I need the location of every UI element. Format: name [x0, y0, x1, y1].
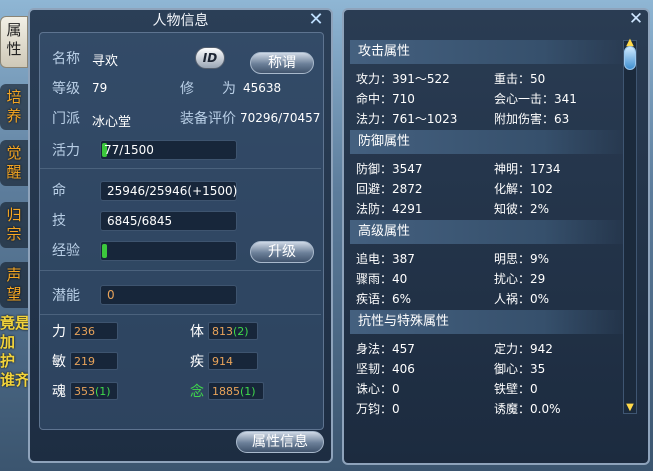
tab-awaken[interactable]: 觉 醒 — [0, 140, 28, 186]
equip-rating-label: 装备评价 — [180, 111, 236, 127]
upgrade-button[interactable]: 升级 — [250, 241, 314, 263]
divider — [40, 270, 321, 271]
speed-label: 疾 — [190, 354, 204, 370]
stat-item: 御心：35 — [494, 362, 546, 376]
name-value: 寻欢 — [92, 54, 119, 69]
close-icon[interactable]: ✕ — [307, 11, 325, 29]
constitution-value-box: 813(2) — [208, 322, 258, 340]
soul-value: 353 — [74, 385, 95, 398]
soul-value-box: 353(1) — [70, 382, 118, 400]
stat-item: 明思：9% — [494, 252, 550, 266]
stat-item: 铁壁：0 — [494, 382, 538, 396]
stat-item: 攻力：391～522 — [356, 72, 450, 86]
scroll-down-icon[interactable]: ▼ — [625, 403, 635, 413]
stat-item: 神明：1734 — [494, 162, 561, 176]
vitality-value: 77/1500 — [104, 143, 154, 157]
advanced-section-header: 高级属性 — [350, 220, 626, 244]
attribute-info-button[interactable]: 属性信息 — [236, 431, 324, 453]
stat-item: 骤雨：40 — [356, 272, 408, 286]
life-label: 命 — [52, 183, 66, 199]
background-chat-text: 竟是 加 护 谁齐 — [0, 314, 31, 389]
skill-label: 技 — [52, 213, 66, 229]
vitality-label: 活力 — [52, 143, 80, 159]
scroll-thumb[interactable] — [624, 46, 636, 70]
sect-value: 冰心堂 — [92, 115, 132, 130]
title-button[interactable]: 称谓 — [250, 52, 314, 74]
stat-item: 诱魔：0.0% — [494, 402, 561, 416]
stat-item: 追电：387 — [356, 252, 415, 266]
stat-item: 回避：2872 — [356, 182, 423, 196]
strength-value: 236 — [70, 322, 118, 340]
attack-section-header: 攻击属性 — [350, 40, 626, 64]
soul-bonus: (1) — [95, 385, 111, 398]
tab-return-sect[interactable]: 归 宗 — [0, 202, 28, 248]
panel-title: 人物信息 — [152, 13, 209, 29]
stat-item: 法防：4291 — [356, 202, 423, 216]
constitution-bonus: (2) — [233, 325, 249, 338]
exp-fill — [102, 244, 107, 258]
stat-item: 法力：761～1023 — [356, 112, 458, 126]
defense-section-header: 防御属性 — [350, 130, 626, 154]
level-label: 等级 — [52, 81, 80, 97]
stat-item: 扰心：29 — [494, 272, 546, 286]
mind-bonus: (1) — [240, 385, 256, 398]
close-icon[interactable]: ✕ — [627, 10, 645, 28]
id-button[interactable]: ID — [195, 47, 225, 69]
stat-item: 身法：457 — [356, 342, 415, 356]
exp-label: 经验 — [52, 243, 80, 259]
stat-item: 定力：942 — [494, 342, 553, 356]
potential-value: 0 — [100, 285, 237, 305]
mind-label: 念 — [190, 384, 204, 400]
constitution-value: 813 — [212, 325, 233, 338]
stat-item: 诛心：0 — [356, 382, 400, 396]
agility-label: 敏 — [52, 354, 66, 370]
tab-attributes[interactable]: 属 性 — [0, 16, 28, 68]
stat-item: 化解：102 — [494, 182, 553, 196]
stat-item: 疾语：6% — [356, 292, 412, 306]
constitution-label: 体 — [190, 324, 204, 340]
stat-item: 坚韧：406 — [356, 362, 415, 376]
sect-label: 门派 — [52, 111, 80, 127]
stats-panel: 攻击属性 攻力：391～522 重击：50 命中：710 会心一击：341 法力… — [342, 8, 650, 465]
name-label: 名称 — [52, 51, 80, 67]
life-value: 25946/25946(+1500) — [100, 181, 237, 201]
equip-rating-value: 70296/70457 — [240, 111, 321, 125]
cultivation-value: 45638 — [243, 81, 282, 95]
stat-item: 命中：710 — [356, 92, 415, 106]
mind-value: 1885 — [212, 385, 240, 398]
strength-label: 力 — [52, 324, 66, 340]
divider — [40, 168, 321, 169]
cultivation-label: 修 为 — [180, 81, 236, 97]
stat-item: 会心一击：341 — [494, 92, 577, 106]
stat-item: 知彼：2% — [494, 202, 550, 216]
stat-item: 附加伤害：63 — [494, 112, 570, 126]
stat-item: 重击：50 — [494, 72, 546, 86]
level-value: 79 — [92, 81, 108, 95]
resistance-section-header: 抗性与特殊属性 — [350, 310, 626, 334]
mind-value-box: 1885(1) — [208, 382, 264, 400]
potential-label: 潜能 — [52, 288, 80, 304]
character-info-panel: 人物信息 ✕ 名称 寻欢 ID 称谓 等级 79 修 为 45638 门派 冰心… — [28, 8, 333, 463]
exp-bar — [100, 241, 237, 261]
skill-value: 6845/6845 — [100, 211, 237, 231]
tab-reputation[interactable]: 声 望 — [0, 262, 28, 308]
tab-cultivate[interactable]: 培 养 — [0, 84, 28, 130]
speed-value: 914 — [208, 352, 258, 370]
agility-value: 219 — [70, 352, 118, 370]
stat-item: 防御：3547 — [356, 162, 423, 176]
stat-item: 万钧：0 — [356, 402, 400, 416]
divider — [40, 314, 321, 315]
stats-scrollbar[interactable] — [623, 40, 637, 414]
vitality-bar: 77/1500 — [100, 140, 237, 160]
soul-label: 魂 — [52, 384, 66, 400]
stat-item: 人祸：0% — [494, 292, 550, 306]
